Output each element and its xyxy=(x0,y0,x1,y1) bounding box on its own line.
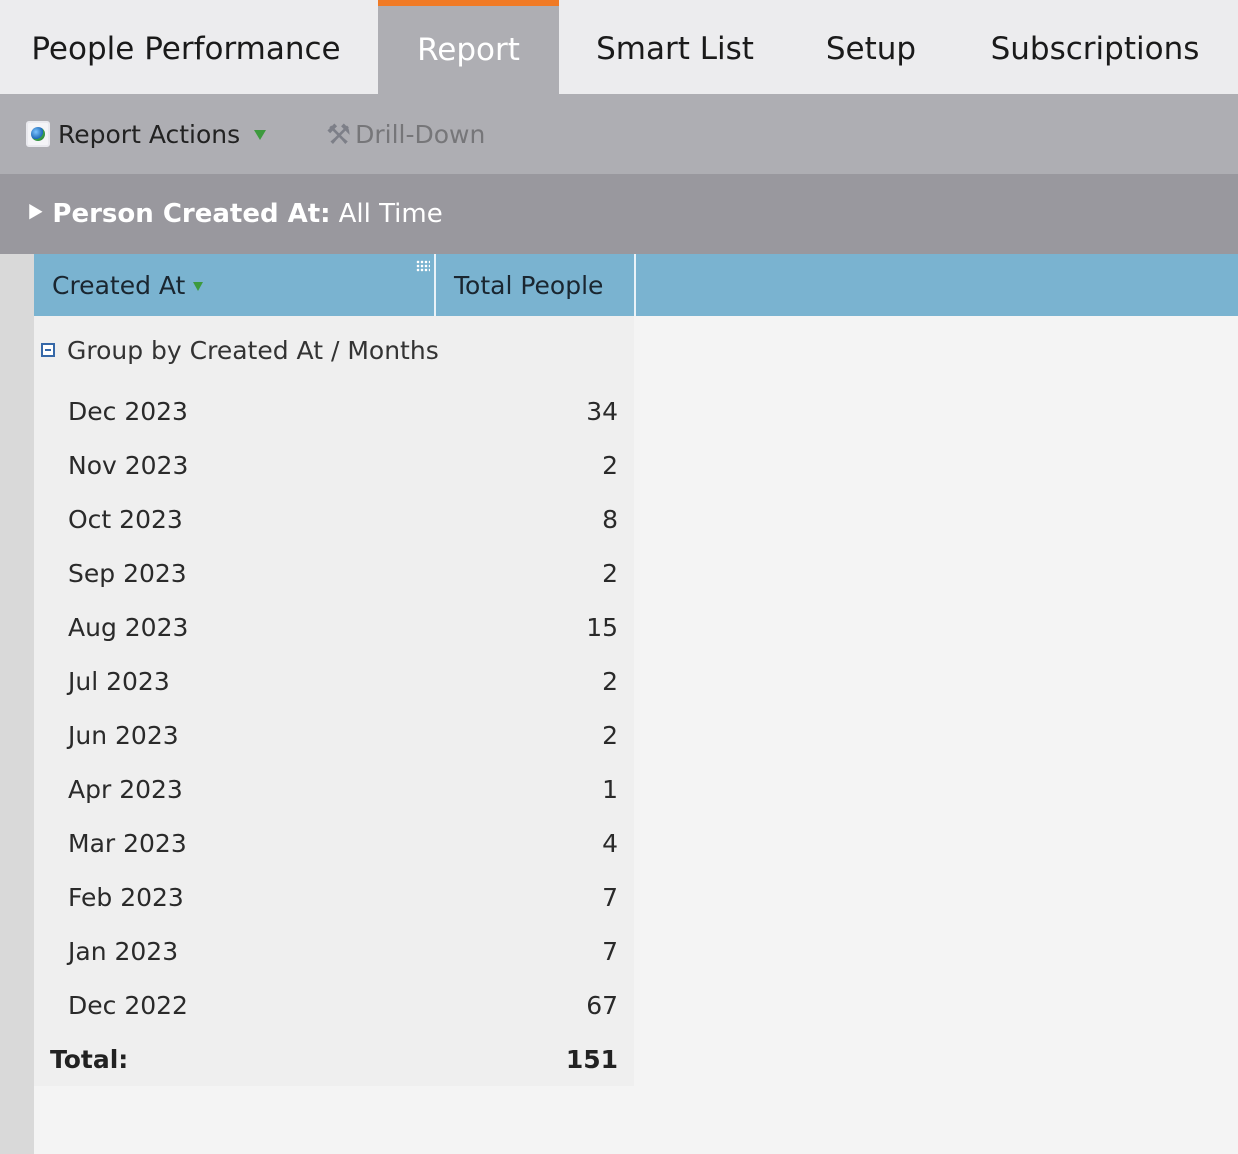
grid-header: Created At Total People xyxy=(34,254,1238,316)
total-row: Total: 151 xyxy=(34,1032,634,1086)
row-month: Jan 2023 xyxy=(68,936,179,966)
column-divider xyxy=(434,254,436,316)
row-month: Feb 2023 xyxy=(68,882,184,912)
table-row[interactable]: Oct 2023 8 xyxy=(34,492,634,546)
table-row[interactable]: Mar 2023 4 xyxy=(34,816,634,870)
table-row[interactable]: Apr 2023 1 xyxy=(34,762,634,816)
table-row[interactable]: Jan 2023 7 xyxy=(34,924,634,978)
row-count: 2 xyxy=(602,558,618,588)
report-actions-label: Report Actions xyxy=(58,119,241,149)
drill-icon: ⚒ xyxy=(326,117,352,151)
row-month: Apr 2023 xyxy=(68,774,183,804)
row-month: Jul 2023 xyxy=(68,666,170,696)
table-row[interactable]: Dec 2022 67 xyxy=(34,978,634,1032)
row-count: 8 xyxy=(602,504,618,534)
table-row[interactable]: Nov 2023 2 xyxy=(34,438,634,492)
row-count: 34 xyxy=(586,396,618,426)
table-row[interactable]: Sep 2023 2 xyxy=(34,546,634,600)
sort-arrow-icon[interactable] xyxy=(193,281,204,291)
tab-bar: People Performance Report Smart List Set… xyxy=(0,0,1238,94)
column-header-created-at[interactable]: Created At xyxy=(52,254,432,316)
toolbar: Report Actions ⚒ Drill-Down xyxy=(0,94,1238,174)
table-row[interactable]: Dec 2023 34 xyxy=(34,384,634,438)
group-label: Group by Created At / Months xyxy=(67,335,439,365)
report-actions-button[interactable]: Report Actions xyxy=(26,94,267,174)
row-month: Dec 2022 xyxy=(68,990,188,1020)
row-count: 1 xyxy=(602,774,618,804)
tab-setup[interactable]: Setup xyxy=(800,0,942,94)
table-row[interactable]: Aug 2023 15 xyxy=(34,600,634,654)
row-count: 67 xyxy=(586,990,618,1020)
row-month: Nov 2023 xyxy=(68,450,189,480)
column-header-label: Created At xyxy=(52,270,186,300)
row-count: 4 xyxy=(602,828,618,858)
filter-value: All Time xyxy=(338,199,443,229)
grid-body: Group by Created At / Months Dec 2023 34… xyxy=(34,316,634,1086)
column-header-label: Total People xyxy=(454,270,604,300)
table-row[interactable]: Feb 2023 7 xyxy=(34,870,634,924)
filter-label: Person Created At: xyxy=(52,199,331,229)
drill-down-button[interactable]: ⚒ Drill-Down xyxy=(326,94,485,174)
dropdown-arrow-icon xyxy=(254,130,267,140)
table-row[interactable]: Jun 2023 2 xyxy=(34,708,634,762)
row-month: Sep 2023 xyxy=(68,558,187,588)
row-count: 2 xyxy=(602,720,618,750)
resize-grip-icon[interactable] xyxy=(416,260,430,272)
drill-down-label: Drill-Down xyxy=(355,119,486,149)
column-header-total-people[interactable]: Total People xyxy=(454,254,634,316)
group-header-row[interactable]: Group by Created At / Months xyxy=(34,322,634,378)
table-row[interactable]: Jul 2023 2 xyxy=(34,654,634,708)
row-count: 7 xyxy=(602,936,618,966)
total-value: 151 xyxy=(565,1044,618,1074)
tab-subscriptions[interactable]: Subscriptions xyxy=(975,0,1215,94)
row-count: 15 xyxy=(586,612,618,642)
collapse-icon[interactable] xyxy=(41,343,55,357)
row-count: 2 xyxy=(602,450,618,480)
row-month: Mar 2023 xyxy=(68,828,187,858)
filter-bar[interactable]: ⯈ Person Created At: All Time xyxy=(0,174,1238,254)
report-icon xyxy=(26,121,50,147)
row-month: Jun 2023 xyxy=(68,720,179,750)
row-month: Oct 2023 xyxy=(68,504,183,534)
tab-report[interactable]: Report xyxy=(378,0,559,94)
row-month: Aug 2023 xyxy=(68,612,189,642)
row-month: Dec 2023 xyxy=(68,396,188,426)
tab-people-performance[interactable]: People Performance xyxy=(0,0,372,94)
column-divider xyxy=(634,254,636,316)
filter-funnel-icon: ⯈ xyxy=(24,197,47,230)
row-count: 7 xyxy=(602,882,618,912)
row-count: 2 xyxy=(602,666,618,696)
tab-smart-list[interactable]: Smart List xyxy=(580,0,770,94)
total-label: Total: xyxy=(50,1044,129,1074)
left-gutter xyxy=(0,254,34,1154)
